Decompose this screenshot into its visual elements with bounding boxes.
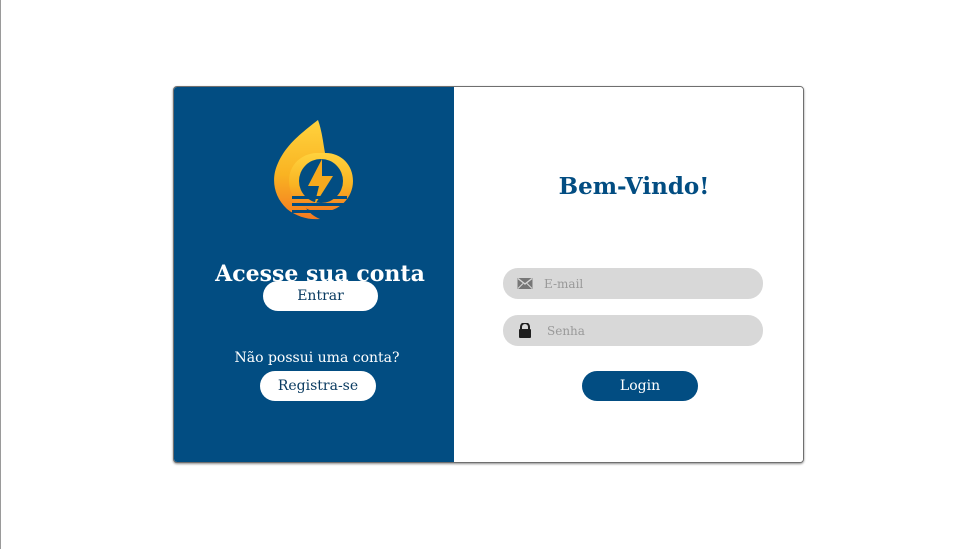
logo-stripe-middle	[292, 203, 347, 206]
email-input[interactable]	[544, 268, 749, 299]
login-button[interactable]: Login	[582, 371, 698, 401]
flame-bolt-logo	[274, 120, 353, 220]
logo-stripe-bottom	[292, 210, 347, 213]
welcome-title: Bem-Vindo!	[558, 173, 710, 201]
window-left-edge	[0, 0, 1, 549]
mail-icon	[517, 277, 533, 289]
no-account-text: Não possui uma conta?	[234, 350, 400, 366]
entrar-button[interactable]: Entrar	[263, 281, 378, 311]
login-card: Acesse sua conta Entrar Não possui uma c…	[173, 86, 804, 463]
logo-stripe-top	[292, 196, 347, 199]
lock-icon	[519, 323, 531, 338]
password-field-container[interactable]	[503, 315, 763, 346]
register-button[interactable]: Registra-se	[260, 371, 376, 401]
login-page: Acesse sua conta Entrar Não possui uma c…	[0, 0, 978, 549]
email-field-container[interactable]	[503, 268, 763, 299]
account-panel: Acesse sua conta Entrar Não possui uma c…	[174, 87, 454, 462]
login-form-panel: Bem-Vindo! Login	[454, 87, 803, 462]
password-input[interactable]	[547, 315, 752, 346]
